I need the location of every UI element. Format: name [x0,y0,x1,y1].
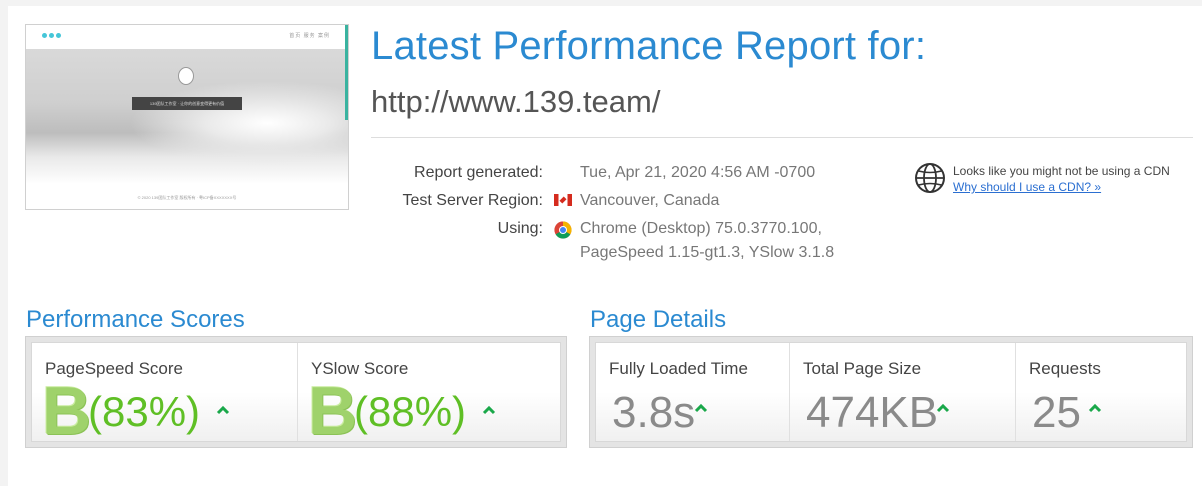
page-title: Latest Performance Report for: [371,24,927,68]
site-nav: 首页 服务 案例 [289,33,330,39]
report-generated-label: Report generated: [414,164,543,181]
pagespeed-percent: (83%) [88,388,201,435]
yslow-percent: (88%) [354,388,467,435]
page-details-title: Page Details [590,306,727,333]
site-footer: © 2020 139团队工作室 版权所有 · 粤ICP备XXXXXXX号 [137,195,237,200]
fully-loaded-time-card[interactable]: Fully Loaded Time 3.8s [596,343,790,441]
fully-loaded-time-value: 3.8s [612,388,696,437]
total-page-size-label: Total Page Size [803,359,922,378]
canada-flag-icon [554,194,572,206]
performance-scores-title: Performance Scores [26,306,245,333]
up-arrow-icon [482,405,496,415]
site-avatar-icon [178,67,194,85]
up-arrow-icon [216,405,230,415]
browser-value-line1: Chrome (Desktop) 75.0.3770.100, [580,220,822,237]
yslow-grade: B [308,373,358,449]
requests-label: Requests [1029,359,1101,378]
report-url: http://www.139.team/ [371,84,661,119]
site-banner: 139团队工作室 · 让你的创意变得更有价值 [132,97,242,110]
site-scrollbar [345,25,348,120]
header-divider [371,137,1193,138]
cdn-warning-text: Looks like you might not be using a CDN [953,164,1170,178]
up-arrow-icon [1088,403,1102,413]
globe-icon [915,163,945,193]
yslow-score-card[interactable]: YSlow Score B (88%) [298,343,560,445]
site-logo [42,33,61,38]
requests-value: 25 [1032,388,1081,437]
site-screenshot-thumbnail[interactable]: 首页 服务 案例 139团队工作室 · 让你的创意变得更有价值 © 2020 1… [25,24,349,210]
chrome-icon [554,221,572,239]
pagespeed-grade: B [42,373,92,449]
up-arrow-icon [694,403,708,413]
cdn-info-link[interactable]: Why should I use a CDN? » [953,180,1101,194]
page-details-panel: Fully Loaded Time 3.8s Total Page Size 4… [589,336,1193,448]
using-label: Using: [497,220,543,237]
test-region-label: Test Server Region: [402,192,543,209]
browser-value-line2: PageSpeed 1.15-gt1.3, YSlow 3.1.8 [580,244,835,261]
report-generated-value: Tue, Apr 21, 2020 4:56 AM -0700 [580,164,816,181]
performance-scores-panel: PageSpeed Score B (83%) YSlow Score B (8… [25,336,567,448]
total-page-size-value: 474KB [806,388,939,437]
fully-loaded-time-label: Fully Loaded Time [609,359,748,378]
test-region-value: Vancouver, Canada [580,192,720,209]
up-arrow-icon [936,403,950,413]
pagespeed-score-card[interactable]: PageSpeed Score B (83%) [32,343,298,445]
total-page-size-card[interactable]: Total Page Size 474KB [790,343,1016,441]
requests-card[interactable]: Requests 25 [1016,343,1186,441]
